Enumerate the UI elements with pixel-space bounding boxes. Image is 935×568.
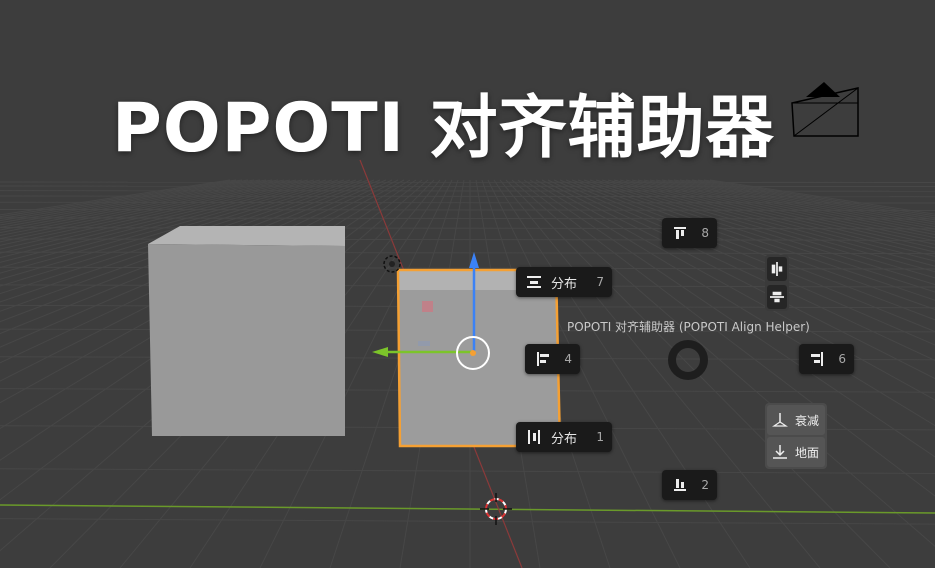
align-right-icon <box>811 352 823 366</box>
drop-to-ground-icon <box>773 445 787 459</box>
hotkey-label: 4 <box>564 352 572 366</box>
hotkey-label: 8 <box>701 226 709 240</box>
center-align-group <box>765 255 789 311</box>
align-center-horizontal-icon <box>770 291 784 303</box>
pie-menu-center-ring <box>668 340 708 380</box>
ground-label: 地面 <box>795 445 820 460</box>
align-bottom-icon <box>674 479 686 491</box>
hotkey-label: 7 <box>596 275 604 289</box>
pie-menu-title: POPOTI 对齐辅助器 (POPOTI Align Helper) <box>567 320 810 334</box>
camera-icon[interactable] <box>791 82 859 137</box>
hotkey-label: 6 <box>838 352 846 366</box>
face-marker <box>422 301 433 312</box>
bottom-align-button[interactable]: 2 <box>662 470 717 500</box>
distribute-horizontal-button[interactable]: 分布 7 <box>516 267 612 297</box>
distribute-label: 分布 <box>551 276 578 292</box>
cube-object[interactable] <box>148 226 345 436</box>
falloff-label: 衰减 <box>795 413 820 428</box>
align-left-icon <box>537 352 549 366</box>
align-center-vertical-button[interactable] <box>767 257 787 281</box>
falloff-icon <box>772 413 788 427</box>
hotkey-label: 1 <box>596 430 604 444</box>
distribute-vertical-button[interactable]: 分布 1 <box>516 422 612 452</box>
distribute-horizontal-icon <box>527 276 541 288</box>
falloff-button[interactable]: 衰减 <box>767 405 825 435</box>
align-top-icon <box>674 227 686 239</box>
align-center-vertical-icon <box>771 262 783 276</box>
right-align-button[interactable]: 6 <box>799 344 854 374</box>
falloff-ground-group: 衰减 地面 <box>765 403 827 469</box>
ground-button[interactable]: 地面 <box>767 437 825 467</box>
left-align-button[interactable]: 4 <box>525 344 580 374</box>
y-axis-line <box>0 504 935 514</box>
page-title: POPOTI 对齐辅助器 <box>112 89 775 168</box>
distribute-vertical-icon <box>528 430 540 444</box>
align-center-horizontal-button[interactable] <box>767 285 787 309</box>
top-align-button[interactable]: 8 <box>662 218 717 248</box>
hotkey-label: 2 <box>701 478 709 492</box>
distribute-label: 分布 <box>551 431 578 447</box>
